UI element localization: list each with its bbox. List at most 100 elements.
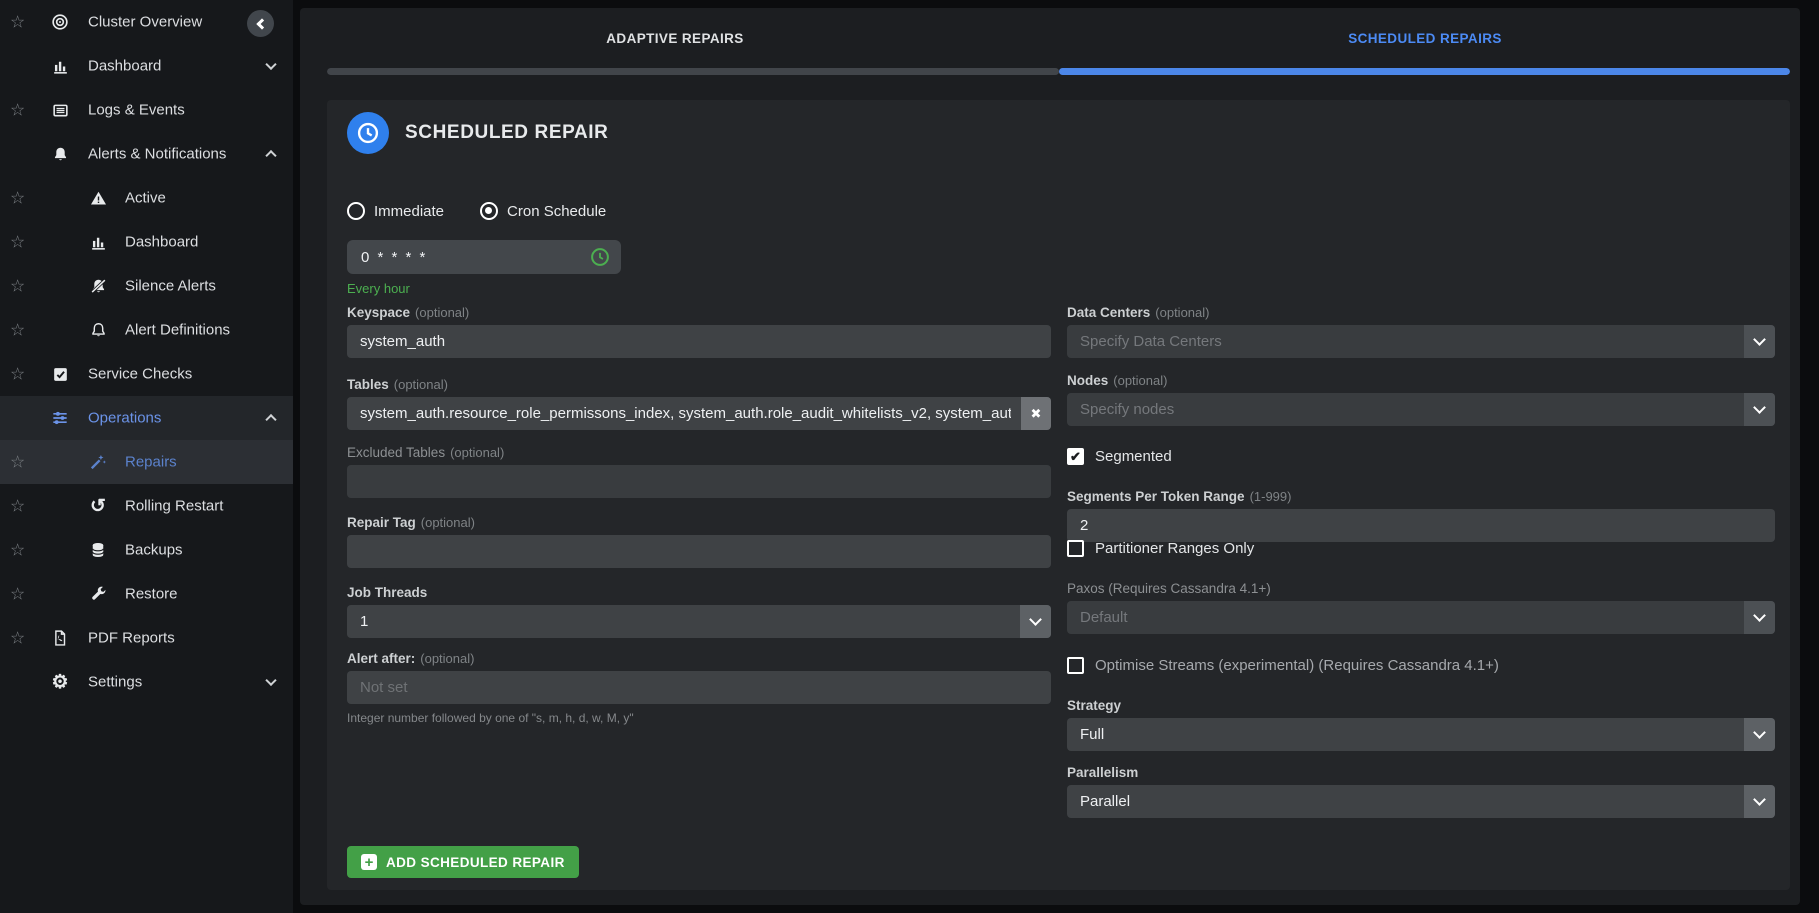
chevron-up-icon bbox=[265, 414, 276, 425]
excluded-tables-input[interactable] bbox=[347, 465, 1051, 498]
sidebar-item-logs-events[interactable]: ☆ Logs & Events bbox=[0, 88, 293, 132]
partitioner-ranges-only-label: Partitioner Ranges Only bbox=[1095, 540, 1254, 557]
chevron-down-icon bbox=[1744, 325, 1775, 358]
chevron-down-icon bbox=[1744, 785, 1775, 818]
repair-tag-group: Repair Tag(optional) bbox=[347, 515, 1051, 568]
repair-tag-input[interactable] bbox=[347, 535, 1051, 568]
favorite-star-icon[interactable]: ☆ bbox=[10, 322, 25, 339]
job-threads-label: Job Threads bbox=[347, 585, 1051, 601]
clock-circle-icon bbox=[347, 112, 389, 154]
favorite-star-icon[interactable]: ☆ bbox=[10, 278, 25, 295]
favorite-star-icon[interactable]: ☆ bbox=[10, 102, 25, 119]
repair-tag-label: Repair Tag(optional) bbox=[347, 515, 1051, 531]
sidebar-item-label: Dashboard bbox=[88, 58, 161, 75]
sidebar-item-repairs[interactable]: ☆ Repairs bbox=[0, 440, 293, 484]
sidebar-item-label: Silence Alerts bbox=[125, 278, 216, 295]
sidebar-item-label: Logs & Events bbox=[88, 102, 185, 119]
clear-tables-button[interactable]: ✖ bbox=[1021, 397, 1051, 430]
sidebar-item-alert-definitions[interactable]: ☆ Alert Definitions bbox=[0, 308, 293, 352]
sidebar-item-label: Alert Definitions bbox=[125, 322, 230, 339]
favorite-star-icon[interactable]: ☆ bbox=[10, 190, 25, 207]
paxos-select[interactable]: Default bbox=[1067, 601, 1775, 634]
favorite-star-icon[interactable]: ☆ bbox=[10, 542, 25, 559]
segments-per-token-range-input[interactable] bbox=[1067, 509, 1775, 542]
favorite-star-icon[interactable]: ☆ bbox=[10, 14, 25, 31]
radio-selected-icon bbox=[480, 202, 498, 220]
sidebar-item-restore[interactable]: ☆ Restore bbox=[0, 572, 293, 616]
favorite-star-icon[interactable]: ☆ bbox=[10, 366, 25, 383]
chevron-up-icon bbox=[265, 150, 276, 161]
rotate-ccw-icon: ↺ bbox=[88, 496, 108, 516]
bell-slash-icon bbox=[88, 276, 108, 296]
sidebar-item-alerts-notifications[interactable]: Alerts & Notifications bbox=[0, 132, 293, 176]
sidebar-item-backups[interactable]: ☆ Backups bbox=[0, 528, 293, 572]
segments-per-token-range-group: Segments Per Token Range(1-999) bbox=[1067, 489, 1775, 542]
paxos-group: Paxos (Requires Cassandra 4.1+) Default bbox=[1067, 581, 1775, 634]
partitioner-ranges-only-checkbox[interactable]: Partitioner Ranges Only bbox=[1067, 540, 1254, 557]
tab-underline-active bbox=[1059, 68, 1791, 75]
sidebar-item-settings[interactable]: ⚙ Settings bbox=[0, 660, 293, 704]
optimise-streams-checkbox[interactable]: Optimise Streams (experimental) (Require… bbox=[1067, 657, 1499, 674]
checkbox-unchecked-icon bbox=[1067, 540, 1084, 557]
radio-immediate[interactable]: Immediate bbox=[347, 202, 444, 220]
chevron-down-icon bbox=[1020, 605, 1051, 638]
bar-chart-icon bbox=[88, 232, 108, 252]
tables-input[interactable] bbox=[347, 397, 1051, 430]
parallelism-select[interactable]: Parallel bbox=[1067, 785, 1775, 818]
sidebar-item-label: Backups bbox=[125, 542, 183, 559]
add-scheduled-repair-button[interactable]: + ADD SCHEDULED REPAIR bbox=[347, 846, 579, 878]
alert-after-help-text: Integer number followed by one of "s, m,… bbox=[347, 711, 1051, 725]
optional-hint: (optional) bbox=[420, 651, 474, 666]
database-icon bbox=[88, 540, 108, 560]
strategy-select[interactable]: Full bbox=[1067, 718, 1775, 751]
sidebar-item-dashboard[interactable]: Dashboard bbox=[0, 44, 293, 88]
favorite-star-icon[interactable]: ☆ bbox=[10, 454, 25, 471]
check-square-icon bbox=[50, 364, 70, 384]
sidebar-item-label: PDF Reports bbox=[88, 630, 175, 647]
sidebar-item-service-checks[interactable]: ☆ Service Checks bbox=[0, 352, 293, 396]
radio-cron-schedule[interactable]: Cron Schedule bbox=[480, 202, 606, 220]
wrench-icon bbox=[88, 584, 108, 604]
data-centers-select[interactable]: Specify Data Centers bbox=[1067, 325, 1775, 358]
favorite-star-icon[interactable]: ☆ bbox=[10, 630, 25, 647]
keyspace-input[interactable] bbox=[347, 325, 1051, 358]
sidebar-item-operations[interactable]: Operations bbox=[0, 396, 293, 440]
segmented-label: Segmented bbox=[1095, 448, 1172, 465]
tab-adaptive-repairs[interactable]: ADAPTIVE REPAIRS bbox=[300, 8, 1050, 68]
favorite-star-icon[interactable]: ☆ bbox=[10, 234, 25, 251]
tab-underline-inactive bbox=[327, 68, 1059, 75]
tables-label: Tables(optional) bbox=[347, 377, 1051, 393]
nodes-select[interactable]: Specify nodes bbox=[1067, 393, 1775, 426]
chevron-down-icon bbox=[1744, 393, 1775, 426]
sidebar-item-alerts-dashboard[interactable]: ☆ Dashboard bbox=[0, 220, 293, 264]
sidebar-item-pdf-reports[interactable]: ☆ PDF Reports bbox=[0, 616, 293, 660]
sidebar-item-rolling-restart[interactable]: ☆ ↺ Rolling Restart bbox=[0, 484, 293, 528]
alert-after-input[interactable] bbox=[347, 671, 1051, 704]
favorite-star-icon[interactable]: ☆ bbox=[10, 498, 25, 515]
scheduled-repair-panel: SCHEDULED REPAIR Immediate Cron Schedule… bbox=[327, 100, 1790, 890]
sidebar-item-label: Rolling Restart bbox=[125, 498, 223, 515]
pdf-file-icon bbox=[50, 628, 70, 648]
segmented-checkbox[interactable]: ✔ Segmented bbox=[1067, 448, 1172, 465]
chevron-down-icon bbox=[265, 59, 276, 70]
sidebar-item-label: Alerts & Notifications bbox=[88, 146, 226, 163]
job-threads-select[interactable]: 1 bbox=[347, 605, 1051, 638]
optional-hint: (optional) bbox=[421, 515, 475, 530]
favorite-star-icon[interactable]: ☆ bbox=[10, 586, 25, 603]
parallelism-value: Parallel bbox=[1080, 793, 1130, 810]
cron-clock-icon[interactable] bbox=[589, 246, 611, 268]
panel-title: SCHEDULED REPAIR bbox=[405, 122, 609, 144]
wand-icon bbox=[88, 452, 108, 472]
sidebar-item-silence-alerts[interactable]: ☆ Silence Alerts bbox=[0, 264, 293, 308]
nodes-group: Nodes(optional) Specify nodes bbox=[1067, 373, 1775, 426]
sidebar-item-active[interactable]: ☆ Active bbox=[0, 176, 293, 220]
sidebar-item-label: Repairs bbox=[125, 454, 177, 471]
cron-expression-field[interactable] bbox=[347, 240, 621, 274]
strategy-label: Strategy bbox=[1067, 698, 1775, 714]
cron-expression-input[interactable] bbox=[361, 249, 589, 266]
sidebar-item-label: Settings bbox=[88, 674, 142, 691]
tab-scheduled-repairs[interactable]: SCHEDULED REPAIRS bbox=[1050, 8, 1800, 68]
sidebar: ☆ Cluster Overview Dashboard ☆ Logs & Ev… bbox=[0, 0, 293, 913]
sidebar-collapse-button[interactable] bbox=[247, 10, 274, 37]
nodes-label: Nodes(optional) bbox=[1067, 373, 1775, 389]
